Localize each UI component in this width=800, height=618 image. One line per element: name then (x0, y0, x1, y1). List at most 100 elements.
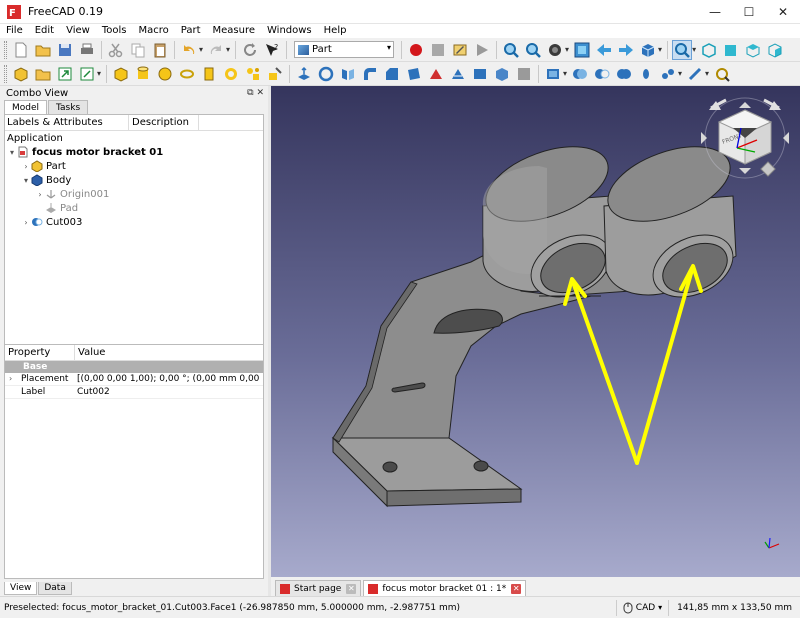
boolean-icon[interactable] (570, 64, 590, 84)
menu-macro[interactable]: Macro (132, 24, 174, 38)
view-isometric-icon[interactable] (699, 40, 719, 60)
section-icon[interactable] (492, 64, 512, 84)
tree-item-origin[interactable]: › Origin001 (5, 187, 263, 201)
cylinder-icon[interactable] (133, 64, 153, 84)
fillet-icon[interactable] (360, 64, 380, 84)
std-views-icon[interactable] (638, 40, 658, 60)
dropdown-arrow-icon[interactable]: ▾ (658, 603, 662, 612)
float-panel-icon[interactable]: ⧉ (247, 88, 253, 98)
macro-run-icon[interactable] (472, 40, 492, 60)
compound-tools-icon[interactable] (543, 64, 563, 84)
bracket-model[interactable] (331, 132, 743, 508)
fit-selection-icon[interactable] (523, 40, 543, 60)
shape-builder-icon[interactable] (265, 64, 285, 84)
maximize-button[interactable]: ☐ (732, 0, 766, 24)
primitives-icon[interactable] (243, 64, 263, 84)
split-dropdown-icon[interactable]: ▾ (705, 69, 709, 78)
new-document-icon[interactable] (11, 40, 31, 60)
link-icon[interactable] (55, 64, 75, 84)
link-actions-icon[interactable] (77, 64, 97, 84)
mirror-icon[interactable] (338, 64, 358, 84)
print-icon[interactable] (77, 40, 97, 60)
undo-icon[interactable] (179, 40, 199, 60)
std-views-dropdown-icon[interactable]: ▾ (658, 45, 662, 54)
redo-icon[interactable] (206, 40, 226, 60)
property-column-header[interactable]: Property (5, 344, 75, 361)
zoom-dropdown-icon[interactable]: ▾ (692, 45, 696, 54)
loft-icon[interactable] (448, 64, 468, 84)
close-button[interactable]: ✕ (766, 0, 800, 24)
menu-part[interactable]: Part (175, 24, 207, 38)
cross-sections-icon[interactable] (514, 64, 534, 84)
fit-all-icon[interactable] (501, 40, 521, 60)
property-row-label[interactable]: Label Cut002 (5, 386, 263, 399)
torus-icon[interactable] (199, 64, 219, 84)
cut-boolean-icon[interactable] (592, 64, 612, 84)
sphere-icon[interactable] (155, 64, 175, 84)
tree-item-pad[interactable]: Pad (5, 201, 263, 215)
create-group-icon[interactable] (33, 64, 53, 84)
value-column-header[interactable]: Value (75, 345, 105, 361)
3d-viewport[interactable]: FRONT (271, 86, 800, 577)
make-face-icon[interactable] (404, 64, 424, 84)
redo-dropdown-icon[interactable]: ▾ (226, 45, 230, 54)
tube-icon[interactable] (221, 64, 241, 84)
collapse-arrow-icon[interactable]: ▾ (7, 148, 17, 157)
collapse-arrow-icon[interactable]: ▾ (21, 176, 31, 185)
menu-measure[interactable]: Measure (207, 24, 262, 38)
expand-arrow-icon[interactable]: › (35, 190, 45, 199)
property-value[interactable]: Cut002 (77, 387, 263, 397)
ruled-surface-icon[interactable] (426, 64, 446, 84)
link-dropdown-icon[interactable]: ▾ (97, 69, 101, 78)
sweep-icon[interactable] (470, 64, 490, 84)
refresh-icon[interactable] (240, 40, 260, 60)
join-features-icon[interactable] (658, 64, 678, 84)
tree-item-part[interactable]: › Part (5, 159, 263, 173)
labels-column-header[interactable]: Labels & Attributes (5, 114, 129, 131)
close-panel-icon[interactable]: ✕ (256, 88, 264, 98)
tab-model[interactable]: Model (4, 100, 48, 114)
menu-view[interactable]: View (60, 24, 96, 38)
tab-document[interactable]: focus motor bracket 01 : 1* ✕ (363, 580, 527, 596)
common-icon[interactable] (636, 64, 656, 84)
split-icon[interactable] (685, 64, 705, 84)
workbench-selector[interactable]: Part ▾ (294, 41, 395, 58)
view-top-icon[interactable] (743, 40, 763, 60)
minimize-button[interactable]: — (698, 0, 732, 24)
open-folder-icon[interactable] (33, 40, 53, 60)
copy-icon[interactable] (128, 40, 148, 60)
chamfer-icon[interactable] (382, 64, 402, 84)
menu-windows[interactable]: Windows (261, 24, 318, 38)
navigation-style-selector[interactable]: CAD ▾ (615, 599, 668, 616)
tree-item-document[interactable]: ▾ focus motor bracket 01 (5, 145, 263, 159)
property-group-base[interactable]: Base (5, 361, 263, 373)
macro-record-icon[interactable] (406, 40, 426, 60)
tab-tasks[interactable]: Tasks (48, 100, 89, 114)
cut-icon[interactable] (106, 40, 126, 60)
tab-view[interactable]: View (4, 582, 38, 595)
3d-scene[interactable]: FRONT (271, 86, 800, 577)
tab-start-page[interactable]: Start page ✕ (275, 580, 362, 596)
zoom-icon[interactable] (672, 39, 693, 60)
expand-arrow-icon[interactable]: › (9, 374, 21, 384)
tree-item-body[interactable]: ▾ Body (5, 173, 263, 187)
extrude-icon[interactable] (294, 64, 314, 84)
expand-arrow-icon[interactable]: › (21, 218, 31, 227)
paste-icon[interactable] (150, 40, 170, 60)
sync-view-icon[interactable] (572, 40, 592, 60)
save-icon[interactable] (55, 40, 75, 60)
property-row-placement[interactable]: › Placement [(0,00 0,00 1,00); 0,00 °; (0… (5, 373, 263, 386)
create-part-icon[interactable] (11, 64, 31, 84)
toolbar-handle[interactable] (4, 64, 7, 83)
toolbar-handle[interactable] (4, 40, 7, 59)
menu-edit[interactable]: Edit (29, 24, 60, 38)
macro-stop-icon[interactable] (428, 40, 448, 60)
undo-dropdown-icon[interactable]: ▾ (199, 45, 203, 54)
back-arrow-icon[interactable] (594, 40, 614, 60)
draw-style-dropdown-icon[interactable]: ▾ (565, 45, 569, 54)
draw-style-icon[interactable] (545, 40, 565, 60)
measure-icon[interactable] (712, 64, 732, 84)
menu-tools[interactable]: Tools (96, 24, 133, 38)
property-value[interactable]: [(0,00 0,00 1,00); 0,00 °; (0,00 mm 0,00… (77, 374, 263, 384)
macro-edit-icon[interactable] (450, 40, 470, 60)
